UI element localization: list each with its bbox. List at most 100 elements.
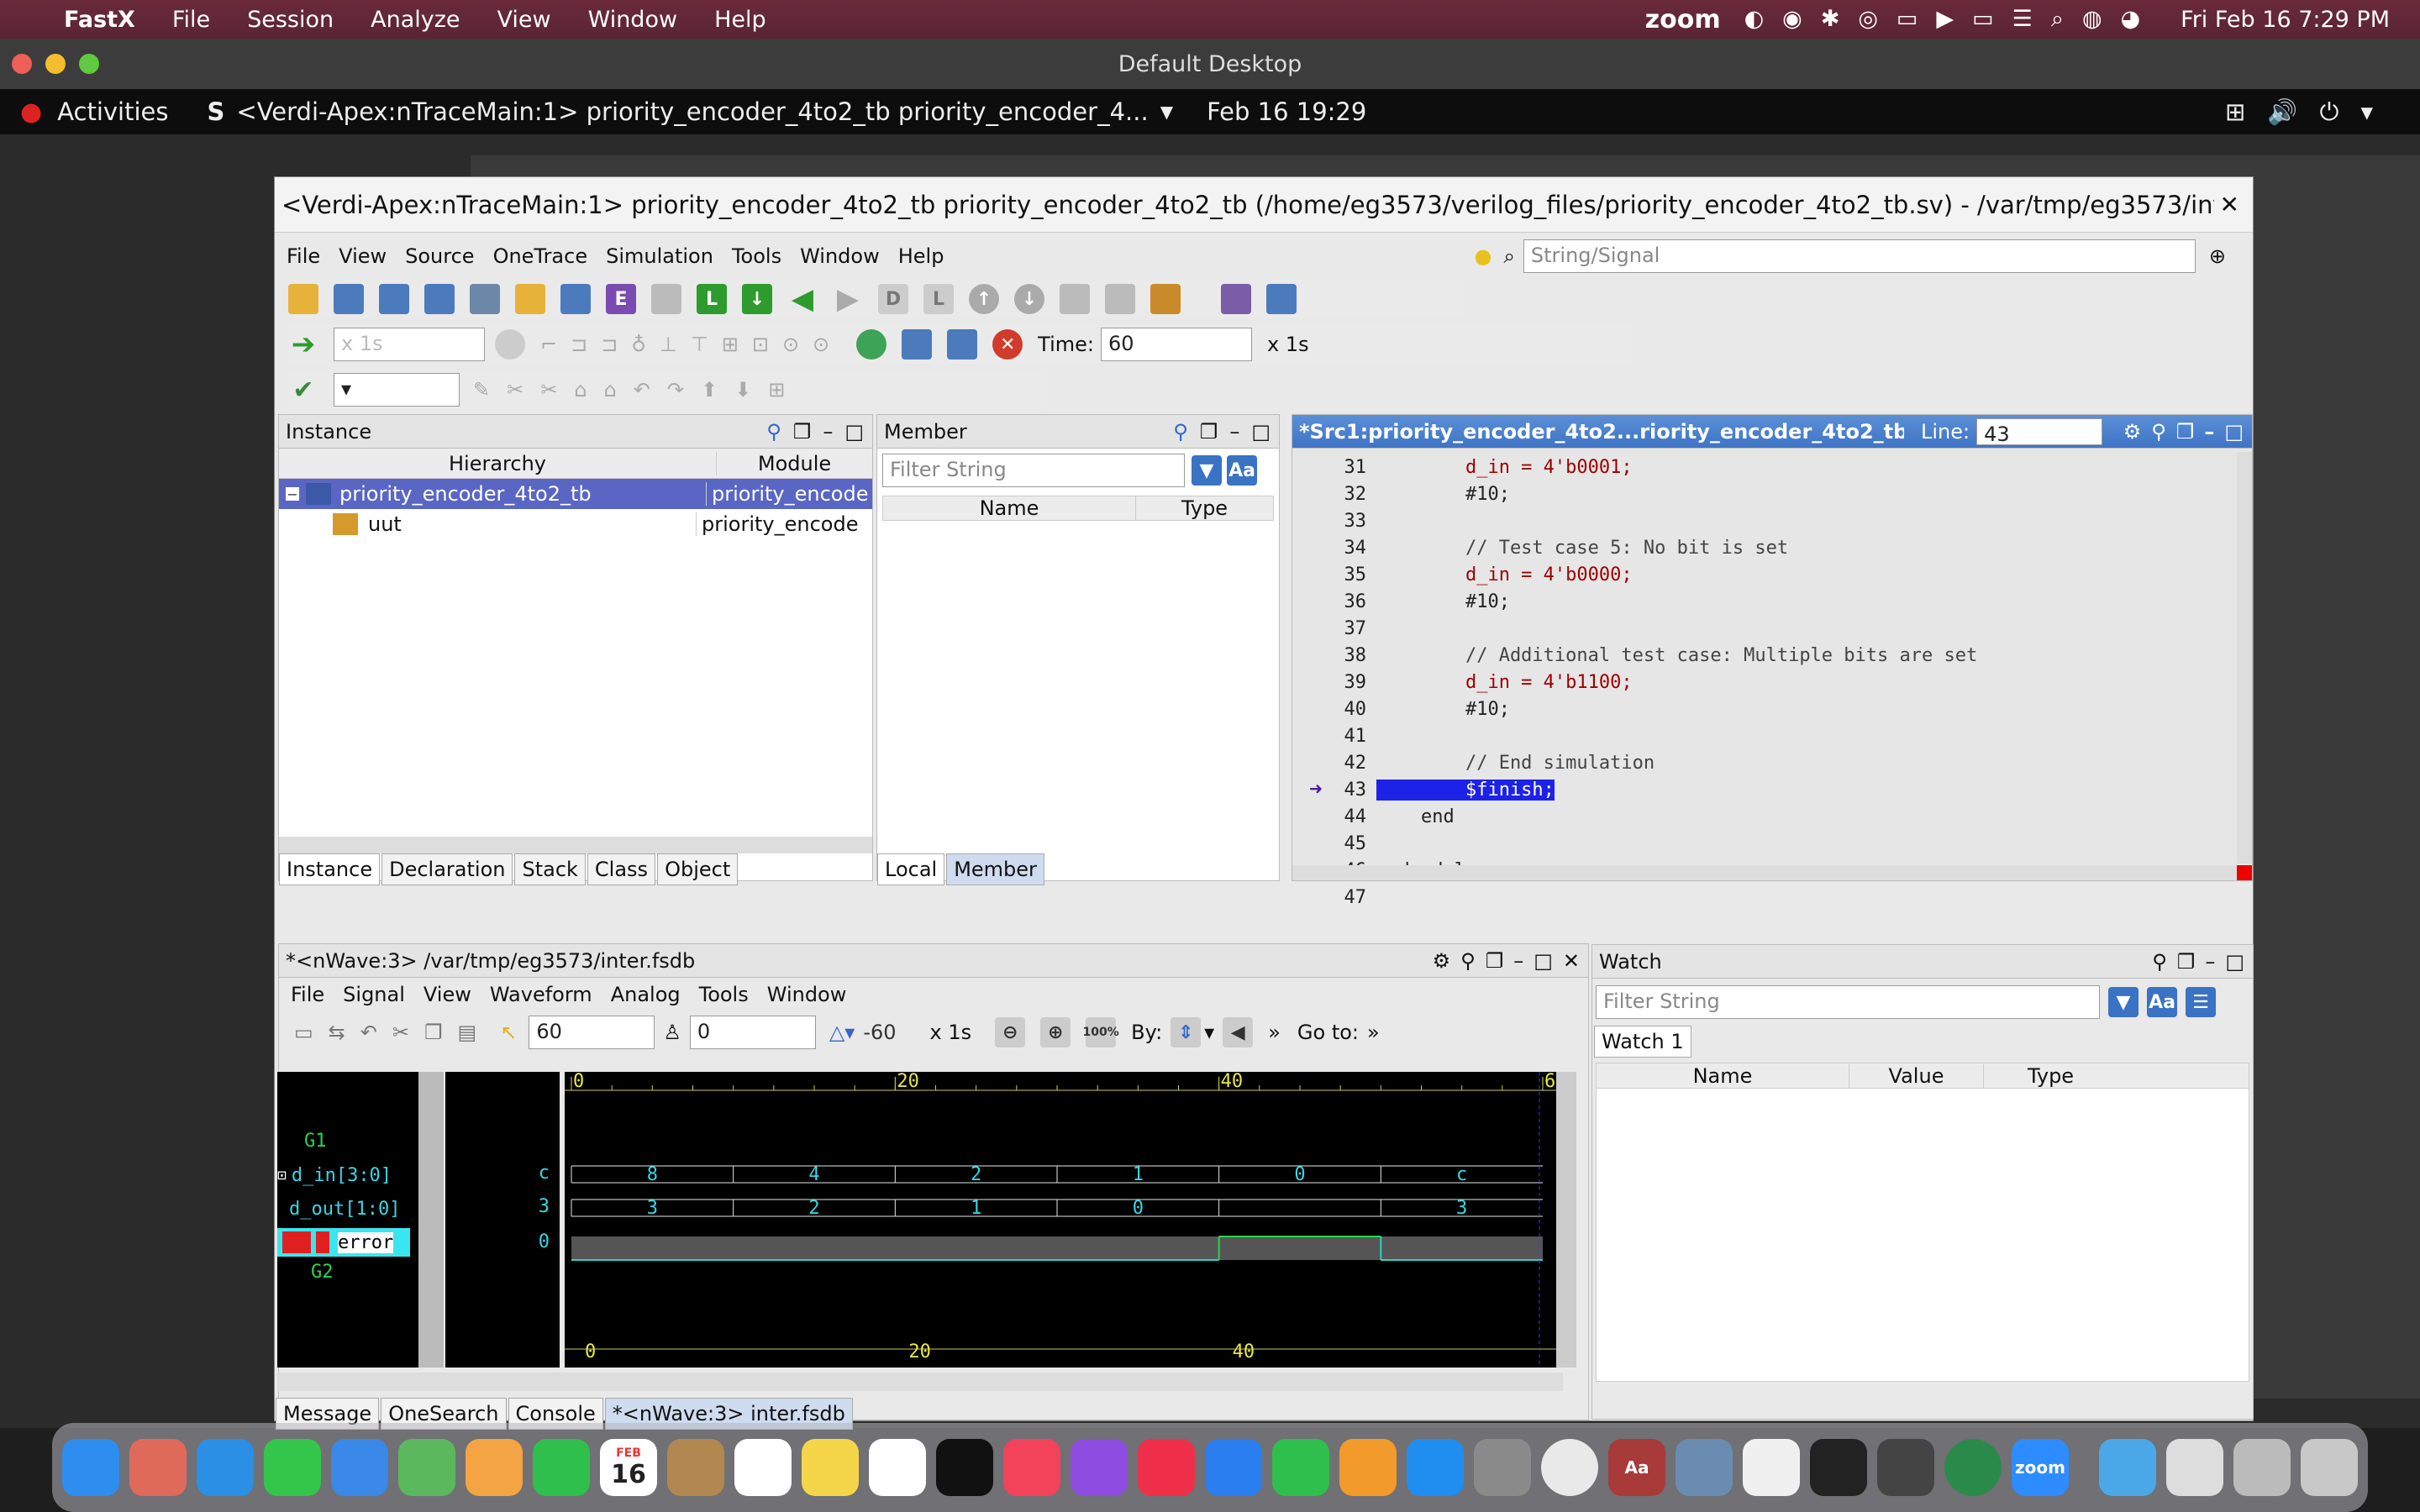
tab-member[interactable]: Member	[946, 853, 1044, 885]
more-icon[interactable]: »	[1367, 1021, 1380, 1044]
settings-icon[interactable]: ⚙	[2123, 420, 2142, 444]
case-icon[interactable]: Aa	[1227, 455, 1257, 486]
code-line[interactable]: 42 // End simulation	[1292, 749, 2217, 776]
tab-declaration[interactable]: Declaration	[381, 853, 513, 885]
col-name[interactable]: Name	[883, 496, 1135, 520]
status-icons[interactable]: ◐◉✱◎▭▶▭☰⌕◍◕	[1744, 6, 2160, 33]
nwave-menu-file[interactable]: File	[291, 983, 324, 1006]
document-stack-icon[interactable]	[2166, 1439, 2223, 1496]
minimize-icon[interactable]: –	[1513, 949, 1523, 973]
list-icon[interactable]: ☰	[2186, 987, 2216, 1017]
tree-icon[interactable]	[1105, 284, 1135, 314]
undock-icon[interactable]: ❐	[793, 420, 812, 444]
member-filter-input[interactable]: Filter String	[882, 454, 1185, 487]
chevron-down-icon[interactable]: ▾	[1204, 1021, 1214, 1044]
zoom-icon[interactable]: zoom	[2012, 1439, 2069, 1496]
back-arrow-icon[interactable]: ◀	[787, 282, 818, 316]
marker-time-input[interactable]: 0	[689, 1016, 816, 1049]
signal-error[interactable]: error	[277, 1228, 410, 1257]
minimize-icon[interactable]: –	[823, 420, 833, 444]
search-by-icon[interactable]: ⇕	[1171, 1017, 1202, 1047]
sim-step-icons[interactable]: ⌐⊐⊐♁⊥⊤⊞⊡⊙⊙	[540, 333, 843, 356]
col-name[interactable]: Name	[1597, 1064, 1849, 1088]
group-g2[interactable]: G2	[311, 1262, 334, 1283]
refresh-icon[interactable]	[856, 329, 887, 360]
maximize-icon[interactable]: □	[1251, 420, 1270, 444]
maximize-icon[interactable]: □	[2225, 950, 2244, 974]
code-line[interactable]: 38 // Additional test case: Multiple bit…	[1292, 642, 2217, 669]
menu-tools[interactable]: Tools	[732, 244, 781, 268]
watch-table[interactable]: Name Value Type	[1596, 1063, 2249, 1382]
downloads-folder-icon[interactable]	[2099, 1439, 2156, 1496]
app-menu[interactable]: FastX	[64, 7, 135, 33]
signal-name-panel[interactable]: G1 ⊡ d_in[3:0] d_out[1:0] error G2	[277, 1072, 418, 1368]
search-input[interactable]: String/Signal	[1523, 239, 2196, 273]
signal-value-panel[interactable]: c 3 0	[445, 1072, 560, 1368]
code-line[interactable]: 45	[1292, 830, 2217, 857]
delta-icon[interactable]: △▾	[829, 1021, 855, 1044]
flow-icon[interactable]	[424, 284, 455, 314]
tab-local[interactable]: Local	[877, 853, 945, 885]
menu-file[interactable]: File	[287, 244, 320, 268]
waveform-canvas[interactable]: 0020204040606084210c32103	[565, 1072, 1556, 1368]
maximize-icon[interactable]: □	[2224, 420, 2244, 444]
folder-open-icon[interactable]	[288, 284, 318, 314]
dictionary-icon[interactable]: Aa	[1608, 1439, 1665, 1496]
finder-icon[interactable]	[62, 1439, 119, 1496]
bookmark-icon[interactable]	[1150, 284, 1181, 314]
code-line[interactable]: 36 #10;	[1292, 588, 2217, 615]
reminders-icon[interactable]	[734, 1439, 792, 1496]
zoom-fit-icon[interactable]: 100%	[1083, 1017, 1119, 1047]
instance-row[interactable]: uut priority_encode	[279, 509, 872, 539]
facetime-icon[interactable]	[533, 1439, 590, 1496]
report-icon[interactable]	[1221, 284, 1251, 314]
fastx-icon[interactable]	[1944, 1439, 2002, 1496]
collapse-icon[interactable]: −	[286, 486, 299, 502]
signal-d-in[interactable]: ⊡ d_in[3:0]	[277, 1163, 392, 1188]
menu-simulation[interactable]: Simulation	[606, 244, 713, 268]
vertical-scrollbar[interactable]	[2237, 452, 2252, 864]
nwave-menu-view[interactable]: View	[424, 983, 471, 1006]
close-icon[interactable]: ✕	[1563, 949, 1580, 973]
menu-onetrace[interactable]: OneTrace	[493, 244, 588, 268]
calendar-icon[interactable]: FEB 16	[600, 1439, 657, 1496]
x11-icon[interactable]	[1877, 1439, 1934, 1496]
editor-e-icon[interactable]: E	[606, 284, 636, 314]
tab-stack[interactable]: Stack	[514, 853, 586, 885]
error-close-icon[interactable]: ✕	[992, 329, 1023, 360]
mode-select[interactable]: ▾	[334, 373, 460, 407]
code-line[interactable]: 41	[1292, 722, 2217, 749]
launchpad-icon[interactable]	[129, 1439, 187, 1496]
trash-icon[interactable]	[2301, 1439, 2358, 1496]
tab-watch-1[interactable]: Watch 1	[1594, 1026, 1691, 1058]
menu-view[interactable]: View	[497, 7, 551, 33]
pin-icon[interactable]: ⚲	[2151, 420, 2166, 444]
code-line[interactable]: 39 d_in = 4'b1100;	[1292, 669, 2217, 696]
instance-row[interactable]: − priority_encoder_4to2_tb priority_enco…	[279, 479, 872, 509]
system-settings-icon[interactable]	[1474, 1439, 1531, 1496]
nwave-toolbar-icons[interactable]: ▭⇆↶✂❐▤	[294, 1021, 492, 1044]
horizontal-scrollbar[interactable]	[279, 837, 872, 853]
signal-d-out[interactable]: d_out[1:0]	[277, 1196, 400, 1221]
activity-monitor-icon[interactable]	[1810, 1439, 1867, 1496]
waveform-hscroll[interactable]	[277, 1373, 1563, 1391]
open-file-icon[interactable]	[515, 284, 545, 314]
zoom-in-icon[interactable]: ⊕	[1040, 1017, 1071, 1047]
marker-icon[interactable]: ♙	[663, 1021, 681, 1044]
news-icon[interactable]	[1138, 1439, 1195, 1496]
edit-icon[interactable]	[560, 284, 591, 314]
group-g1[interactable]: G1	[304, 1131, 327, 1152]
waveform-scrollbar[interactable]	[1556, 1072, 1576, 1368]
tab-object[interactable]: Object	[657, 853, 739, 885]
freeform-icon[interactable]	[869, 1439, 926, 1496]
pin-icon[interactable]: ⚲	[2152, 950, 2167, 974]
document-stack-icon[interactable]	[2233, 1439, 2291, 1496]
pointer-icon[interactable]: ↖	[500, 1021, 517, 1044]
keynote-icon[interactable]	[1205, 1439, 1262, 1496]
nwave-menu-analog[interactable]: Analog	[611, 983, 681, 1006]
minimize-window-icon[interactable]	[45, 54, 66, 74]
trace-driver-icon[interactable]: ↓	[742, 284, 772, 314]
check-icon[interactable]: ✔	[288, 375, 318, 405]
trace-load-icon[interactable]: L	[697, 284, 727, 314]
contacts-icon[interactable]	[667, 1439, 724, 1496]
